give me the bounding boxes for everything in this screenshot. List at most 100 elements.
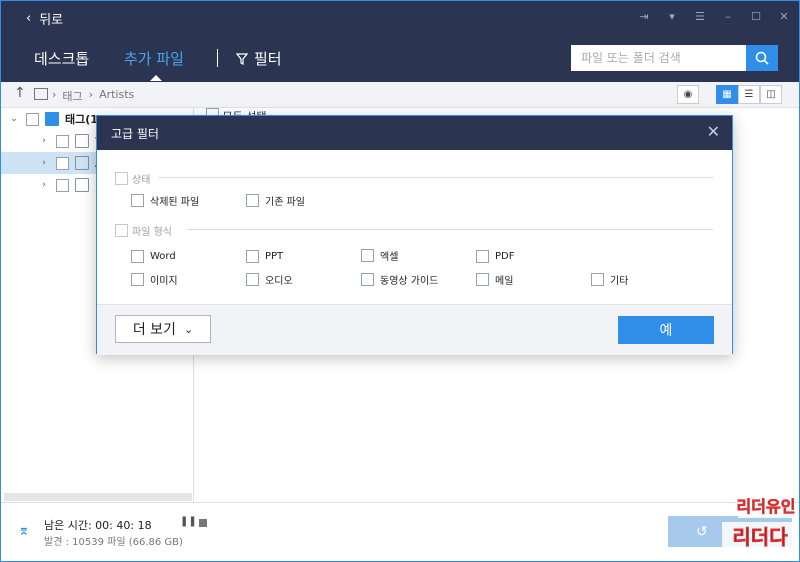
option-word[interactable]: Word [131,250,176,263]
checkbox[interactable] [246,250,259,263]
tab-extra-files[interactable]: 추가 파일 [124,48,184,81]
divider [187,229,713,230]
folder-icon [34,88,48,100]
checkbox[interactable] [361,273,374,286]
chevron-right-icon[interactable]: › [38,180,50,190]
option-deleted-files[interactable]: 삭제된 파일 [131,193,199,208]
option-audio[interactable]: 오디오 [246,272,293,287]
status-group-header[interactable]: 상태 [115,171,150,186]
tab-filter[interactable]: 필터 [236,48,282,69]
option-image[interactable]: 이미지 [131,272,178,287]
search-input[interactable] [571,45,746,71]
status-group-checkbox[interactable] [115,172,128,185]
pause-icon[interactable]: ❚❚ [180,516,197,527]
advanced-filter-dialog: 고급 필터 ✕ 상태 삭제된 파일 기존 파일 파일 형식 Word PPT 엑… [96,115,733,355]
title-bar: ‹ 뒤로 ⇥ ▾ ☰ – ☐ ✕ [0,0,800,36]
filter-icon [236,52,248,65]
chevron-left-icon: ‹ [26,11,32,26]
option-excel[interactable]: 엑셀 [361,248,398,263]
stop-icon[interactable] [199,519,207,527]
option-existing-files[interactable]: 기존 파일 [246,193,305,208]
tree-item-checkbox[interactable] [56,134,69,148]
option-label: 오디오 [265,276,293,287]
option-video[interactable]: 동영상 가이드 [361,272,438,287]
option-ppt[interactable]: PPT [246,250,283,263]
nav-bar: 데스크톱 추가 파일 필터 [0,36,800,82]
grid-icon: ▦ [722,89,732,100]
svg-text:리더유인: 리더유인 [737,497,796,516]
checkbox[interactable] [131,194,144,207]
type-group-label: 파일 형식 [132,227,172,238]
chevron-right-icon[interactable]: › [38,136,50,146]
grid-view-button[interactable]: ▦ [716,85,738,104]
double-chevron-down-icon: ⌄ [183,322,194,336]
tree-item-checkbox[interactable] [56,156,69,170]
maximize-icon[interactable]: ☐ [748,8,764,26]
eye-icon: ◉ [683,89,693,100]
svg-text:리더다: 리더다 [732,525,788,549]
search-button[interactable] [746,45,778,71]
status-group-label: 상태 [132,175,151,186]
option-other[interactable]: 기타 [591,272,628,287]
option-pdf[interactable]: PDF [476,250,514,263]
document-icon [75,134,89,148]
time-remaining: 남은 시간: 00: 40: 18 [44,519,152,532]
dropdown-menu-icon[interactable]: ▾ [664,8,680,26]
breadcrumb: ↑ › 태그 › Artists ◉ ▦ ☰ ◫ [0,82,800,108]
option-label: 메일 [495,276,514,287]
more-label: 더 보기 [132,322,176,338]
settings-icon[interactable]: ☰ [692,8,708,26]
detail-panel-icon: ◫ [766,89,776,100]
detail-view-button[interactable]: ◫ [760,85,782,104]
search-icon [755,51,769,65]
checkbox[interactable] [476,250,489,263]
option-label: 기타 [610,276,629,287]
checkbox[interactable] [476,273,489,286]
music-file-icon [75,156,89,170]
chevron-right-icon[interactable]: › [38,158,50,168]
tree-item-checkbox[interactable] [56,178,69,192]
close-icon[interactable]: ✕ [776,8,792,26]
list-view-button[interactable]: ☰ [738,85,760,104]
back-button[interactable]: ‹ 뒤로 [26,9,63,28]
checkbox[interactable] [361,249,374,262]
type-group-header[interactable]: 파일 형식 [115,223,172,238]
option-label: 엑셀 [380,252,399,263]
tree-root-checkbox[interactable] [26,112,39,126]
list-icon: ☰ [744,89,754,100]
option-label: 기존 파일 [265,197,305,208]
arrow-up-icon[interactable]: ↑ [14,85,26,101]
checkbox[interactable] [246,194,259,207]
scan-icon: ⌆ [18,523,30,539]
view-switcher: ▦ ☰ ◫ [716,85,782,104]
option-email[interactable]: 메일 [476,272,513,287]
checkbox[interactable] [131,250,144,263]
logout-icon[interactable]: ⇥ [636,8,652,26]
breadcrumb-item-artists[interactable]: Artists [99,88,134,104]
option-label: PPT [265,251,284,262]
horizontal-scrollbar[interactable] [4,493,192,501]
minimize-icon[interactable]: – [720,8,736,26]
option-label: 동영상 가이드 [380,276,439,287]
tag-icon [45,112,59,126]
status-bar: ⌆ 남은 시간: 00: 40: 18 발견 : 10539 파일 (66.86… [0,502,800,562]
more-button[interactable]: 더 보기 ⌄ [115,315,211,343]
dialog-header: 고급 필터 ✕ [97,116,732,150]
window-controls: ⇥ ▾ ☰ – ☐ ✕ [636,8,792,26]
nav-divider [217,49,218,67]
chevron-down-icon[interactable]: ⌄ [8,114,20,124]
option-label: Word [150,251,176,262]
checkbox[interactable] [131,273,144,286]
checkbox[interactable] [591,273,604,286]
watermark-logo: 리더유인 리더다 [718,488,798,558]
filter-label: 필터 [254,50,282,68]
checkbox[interactable] [246,273,259,286]
breadcrumb-item-tags[interactable]: 태그 [62,88,82,104]
preview-button[interactable]: ◉ [677,85,699,104]
tab-desktop[interactable]: 데스크톱 [34,48,89,69]
type-group-checkbox[interactable] [115,224,128,237]
ok-button[interactable]: 예 [618,316,714,344]
dialog-title: 고급 필터 [111,127,159,141]
option-label: 삭제된 파일 [150,197,200,208]
dialog-close-icon[interactable]: ✕ [707,122,720,141]
